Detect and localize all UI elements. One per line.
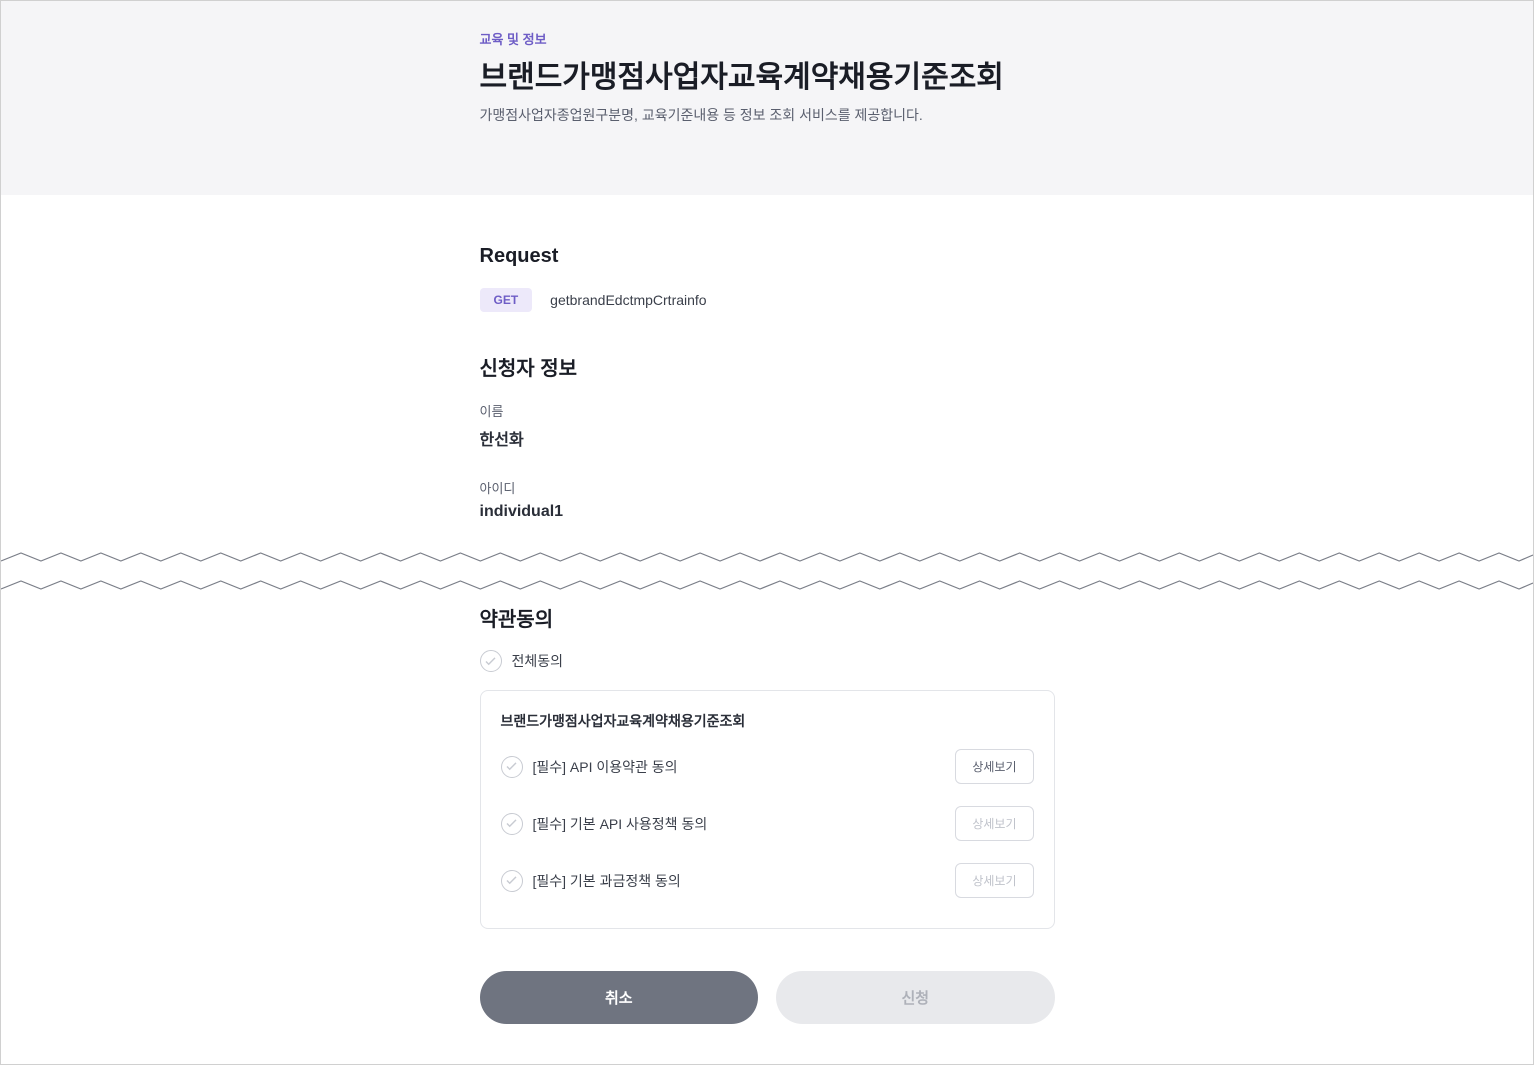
detail-button[interactable]: 상세보기 bbox=[955, 749, 1033, 784]
id-label: 아이디 bbox=[480, 478, 1055, 497]
check-icon bbox=[506, 876, 517, 885]
name-value: 한선화 bbox=[480, 426, 1055, 450]
id-field: 아이디 individual1 bbox=[480, 478, 1055, 521]
agree-all-checkbox[interactable] bbox=[480, 650, 502, 672]
terms-box-title: 브랜드가맹점사업자교육계약채용기준조회 bbox=[501, 711, 1034, 731]
method-badge: GET bbox=[480, 288, 533, 312]
terms-checkbox[interactable] bbox=[501, 813, 523, 835]
agree-all-row[interactable]: 전체동의 bbox=[480, 650, 1055, 672]
main-section: Request GET getbrandEdctmpCrtrainfo 신청자 … bbox=[1, 195, 1533, 1064]
terms-item-label: [필수] API 이용약관 동의 bbox=[533, 757, 678, 777]
footer-actions: 취소 신청 bbox=[480, 971, 1055, 1024]
terms-item: [필수] 기본 과금정책 동의 상세보기 bbox=[501, 863, 1034, 920]
category-label: 교육 및 정보 bbox=[480, 29, 1055, 48]
request-heading: Request bbox=[480, 245, 1055, 268]
check-icon bbox=[506, 819, 517, 828]
detail-button: 상세보기 bbox=[955, 863, 1033, 898]
applicant-heading: 신청자 정보 bbox=[480, 352, 1055, 381]
name-label: 이름 bbox=[480, 401, 1055, 420]
submit-button: 신청 bbox=[776, 971, 1055, 1024]
endpoint-name: getbrandEdctmpCrtrainfo bbox=[550, 292, 706, 308]
method-row: GET getbrandEdctmpCrtrainfo bbox=[480, 288, 1055, 312]
id-value: individual1 bbox=[480, 503, 1055, 521]
check-icon bbox=[506, 762, 517, 771]
page-description: 가맹점사업자종업원구분명, 교육기준내용 등 정보 조회 서비스를 제공합니다. bbox=[480, 105, 1055, 125]
torn-edge-divider bbox=[1, 549, 1533, 597]
terms-box: 브랜드가맹점사업자교육계약채용기준조회 [필수] API 이용약관 동의 상세보… bbox=[480, 690, 1055, 929]
terms-item: [필수] API 이용약관 동의 상세보기 bbox=[501, 749, 1034, 806]
check-icon bbox=[485, 657, 496, 666]
detail-button: 상세보기 bbox=[955, 806, 1033, 841]
terms-item-label: [필수] 기본 과금정책 동의 bbox=[533, 871, 681, 891]
name-field: 이름 한선화 bbox=[480, 401, 1055, 450]
cancel-button[interactable]: 취소 bbox=[480, 971, 759, 1024]
terms-checkbox[interactable] bbox=[501, 756, 523, 778]
terms-item: [필수] 기본 API 사용정책 동의 상세보기 bbox=[501, 806, 1034, 863]
header-section: 교육 및 정보 브랜드가맹점사업자교육계약채용기준조회 가맹점사업자종업원구분명… bbox=[1, 1, 1533, 195]
terms-heading: 약관동의 bbox=[480, 603, 1055, 632]
page-title: 브랜드가맹점사업자교육계약채용기준조회 bbox=[480, 58, 1055, 97]
terms-checkbox[interactable] bbox=[501, 870, 523, 892]
agree-all-label: 전체동의 bbox=[512, 651, 564, 671]
terms-item-label: [필수] 기본 API 사용정책 동의 bbox=[533, 814, 708, 834]
